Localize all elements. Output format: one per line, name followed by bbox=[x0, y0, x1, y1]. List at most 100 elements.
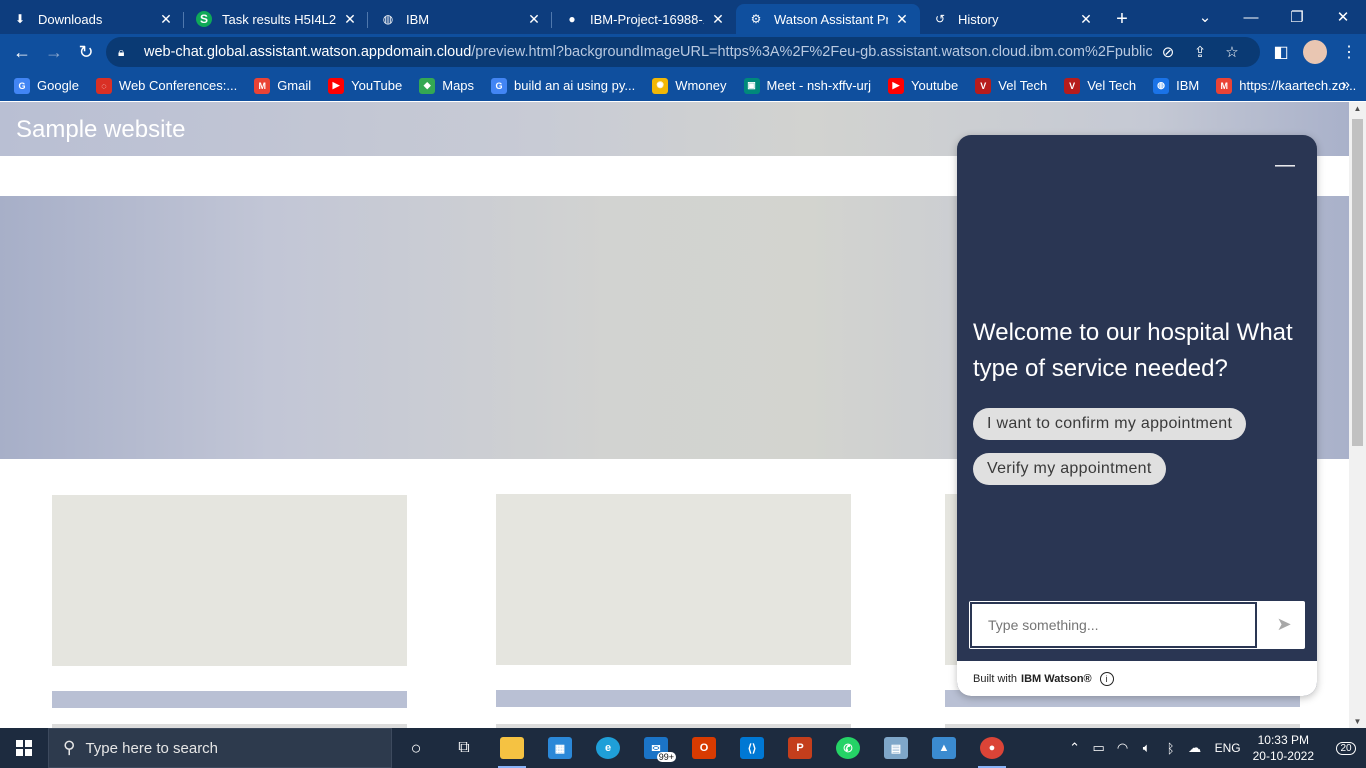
tab-downloads[interactable]: ⬇ Downloads ✕ bbox=[0, 4, 184, 34]
bookmark-item[interactable]: ▶ YouTube bbox=[328, 77, 402, 94]
option-confirm-appointment[interactable]: I want to confirm my appointment bbox=[973, 408, 1247, 440]
close-tab-icon[interactable]: ✕ bbox=[158, 11, 174, 28]
clock[interactable]: 10:33 PM 20-10-2022 bbox=[1253, 732, 1314, 764]
bookmark-item[interactable]: V Vel Tech bbox=[975, 77, 1047, 94]
bookmark-item[interactable]: M Gmail bbox=[254, 77, 312, 94]
whatsapp-icon[interactable]: ✆ bbox=[824, 728, 872, 768]
photos-icon[interactable]: ▲ bbox=[920, 728, 968, 768]
powerpoint-icon[interactable]: P bbox=[776, 728, 824, 768]
scroll-down-icon[interactable]: ▼ bbox=[1349, 717, 1366, 726]
close-tab-icon[interactable]: ✕ bbox=[342, 11, 358, 28]
wifi-icon[interactable]: ◠ bbox=[1111, 740, 1135, 756]
bookmark-item[interactable]: V Vel Tech bbox=[1064, 77, 1136, 94]
url-host: web-chat.global.assistant.watson.appdoma… bbox=[144, 44, 472, 60]
card-caption-bar bbox=[52, 691, 407, 708]
chat-message-input[interactable] bbox=[970, 602, 1257, 648]
bluetooth-icon[interactable]: ᛒ bbox=[1159, 741, 1183, 756]
clock-date: 20-10-2022 bbox=[1252, 749, 1314, 763]
vscode-icon[interactable]: ⟨⟩ bbox=[728, 728, 776, 768]
onedrive-icon[interactable]: ☁ bbox=[1183, 740, 1207, 756]
scroll-up-icon[interactable]: ▲ bbox=[1349, 104, 1366, 113]
system-tray: ⌃ ▭ ◠ 🔈︎ ᛒ ☁ ENG 10:33 PM 20-10-2022 20 bbox=[1063, 728, 1366, 768]
address-bar[interactable]: 🔒︎ web-chat.global.assistant.watson.appd… bbox=[106, 37, 1260, 67]
new-tab-button[interactable]: + bbox=[1104, 4, 1140, 34]
content-card bbox=[496, 494, 851, 665]
bookmark-item[interactable]: ◌ Web Conferences:... bbox=[95, 77, 237, 94]
back-icon[interactable]: ← bbox=[6, 36, 38, 68]
chrome-icon[interactable]: ● bbox=[968, 728, 1016, 768]
start-button[interactable] bbox=[0, 728, 48, 768]
taskbar-search[interactable]: ⚲ Type here to search bbox=[48, 728, 392, 768]
tab-title: IBM-Project-16988-16 bbox=[590, 11, 704, 27]
battery-icon[interactable]: ▭ bbox=[1087, 740, 1111, 756]
bookmark-favicon-icon: ◍ bbox=[1153, 77, 1170, 94]
bookmark-item[interactable]: ▶ Youtube bbox=[888, 77, 958, 94]
bookmark-label: Gmail bbox=[277, 78, 312, 93]
bookmark-item[interactable]: ◍ IBM bbox=[1153, 77, 1200, 94]
scrollbar-thumb[interactable] bbox=[1352, 119, 1363, 446]
volume-icon[interactable]: 🔈︎ bbox=[1135, 740, 1159, 756]
tab-history[interactable]: ↺ History ✕ bbox=[920, 4, 1104, 34]
chat-footer: Built with IBM Watson® i bbox=[957, 661, 1317, 696]
bookmark-item[interactable]: Mhttps://kaartech.zo... bbox=[1216, 77, 1356, 94]
chat-welcome-message: Welcome to our hospital What type of ser… bbox=[973, 319, 1293, 382]
mail-badge: 99+ bbox=[656, 752, 676, 762]
bookmark-item[interactable]: Gbuild an ai using py... bbox=[491, 77, 635, 94]
close-tab-icon[interactable]: ✕ bbox=[1078, 11, 1094, 28]
menu-icon[interactable]: ⋮ bbox=[1332, 36, 1366, 68]
card-caption-bar bbox=[496, 690, 851, 707]
edge-icon[interactable]: e bbox=[584, 728, 632, 768]
minimize-window-icon[interactable]: — bbox=[1228, 0, 1274, 34]
bookmark-label: IBM bbox=[1176, 78, 1200, 93]
close-tab-icon[interactable]: ✕ bbox=[894, 11, 910, 28]
close-tab-icon[interactable]: ✕ bbox=[526, 11, 542, 28]
option-verify-appointment[interactable]: Verify my appointment bbox=[973, 453, 1166, 485]
mail-icon[interactable]: ✉ 99+ bbox=[632, 728, 680, 768]
notification-count: 20 bbox=[1336, 741, 1356, 755]
file-explorer-icon[interactable] bbox=[488, 728, 536, 768]
notification-center-icon[interactable]: 20 bbox=[1326, 728, 1366, 768]
close-tab-icon[interactable]: ✕ bbox=[710, 11, 726, 28]
tab-ibm[interactable]: ◍ IBM ✕ bbox=[368, 4, 552, 34]
info-icon[interactable]: i bbox=[1099, 671, 1114, 686]
bookmark-item[interactable]: ▣ Meet - nsh-xffv-urj bbox=[743, 77, 871, 94]
store-icon[interactable]: ▦ bbox=[536, 728, 584, 768]
close-window-icon[interactable]: ✕ bbox=[1320, 0, 1366, 34]
tab-watson-preview[interactable]: ⚙ Watson Assistant Prev ✕ bbox=[736, 4, 920, 34]
profile-avatar[interactable] bbox=[1303, 40, 1327, 64]
minimize-chat-button[interactable]: — bbox=[1275, 155, 1295, 175]
chevron-up-icon[interactable]: ⌃ bbox=[1063, 740, 1087, 756]
cortana-icon[interactable]: ○ bbox=[392, 728, 440, 768]
s-favicon-icon: S bbox=[196, 11, 212, 27]
taskbar-apps: ○ ⧉ ▦ e ✉ 99+ O ⟨⟩ P ✆ ▤ ▲ ● bbox=[392, 728, 1016, 768]
chat-input-bar: ➤ bbox=[969, 601, 1305, 649]
bookmark-item[interactable]: G Google bbox=[14, 77, 79, 94]
forward-icon[interactable]: → bbox=[38, 36, 70, 68]
bookmark-star-icon[interactable]: ☆ bbox=[1216, 43, 1248, 61]
share-icon[interactable]: ⇪ bbox=[1184, 43, 1216, 61]
page-scrollbar[interactable]: ▲ ▼ bbox=[1349, 102, 1366, 728]
more-bookmarks-icon[interactable]: » bbox=[1342, 76, 1350, 93]
bookmark-label: Google bbox=[37, 78, 79, 93]
notes-icon[interactable]: ▤ bbox=[872, 728, 920, 768]
send-icon[interactable]: ➤ bbox=[1273, 614, 1295, 636]
url-text: web-chat.global.assistant.watson.appdoma… bbox=[144, 44, 1152, 60]
footer-brand: IBM Watson® bbox=[1021, 672, 1092, 685]
window-controls: ⌄ — ❐ ✕ bbox=[1182, 0, 1366, 34]
language-indicator[interactable]: ENG bbox=[1215, 741, 1241, 755]
task-view-icon[interactable]: ⧉ bbox=[440, 728, 488, 768]
eye-off-icon[interactable]: ⊘ bbox=[1152, 43, 1184, 61]
search-icon: ⚲ bbox=[63, 738, 76, 757]
side-panel-icon[interactable]: ◧ bbox=[1264, 36, 1298, 68]
tab-search-icon[interactable]: ⌄ bbox=[1182, 0, 1228, 34]
tab-title: History bbox=[958, 11, 999, 27]
tab-github-project[interactable]: ● IBM-Project-16988-16 ✕ bbox=[552, 4, 736, 34]
office-icon[interactable]: O bbox=[680, 728, 728, 768]
bookmark-favicon-icon: V bbox=[1064, 77, 1081, 94]
reload-icon[interactable]: ↻ bbox=[70, 36, 102, 68]
globe-icon: ◍ bbox=[382, 12, 394, 26]
bookmark-item[interactable]: ◆ Maps bbox=[419, 77, 474, 94]
bookmark-item[interactable]: ✺ Wmoney bbox=[652, 77, 727, 94]
restore-window-icon[interactable]: ❐ bbox=[1274, 0, 1320, 34]
tab-task-results[interactable]: S Task results H5I4L22N ✕ bbox=[184, 4, 368, 34]
